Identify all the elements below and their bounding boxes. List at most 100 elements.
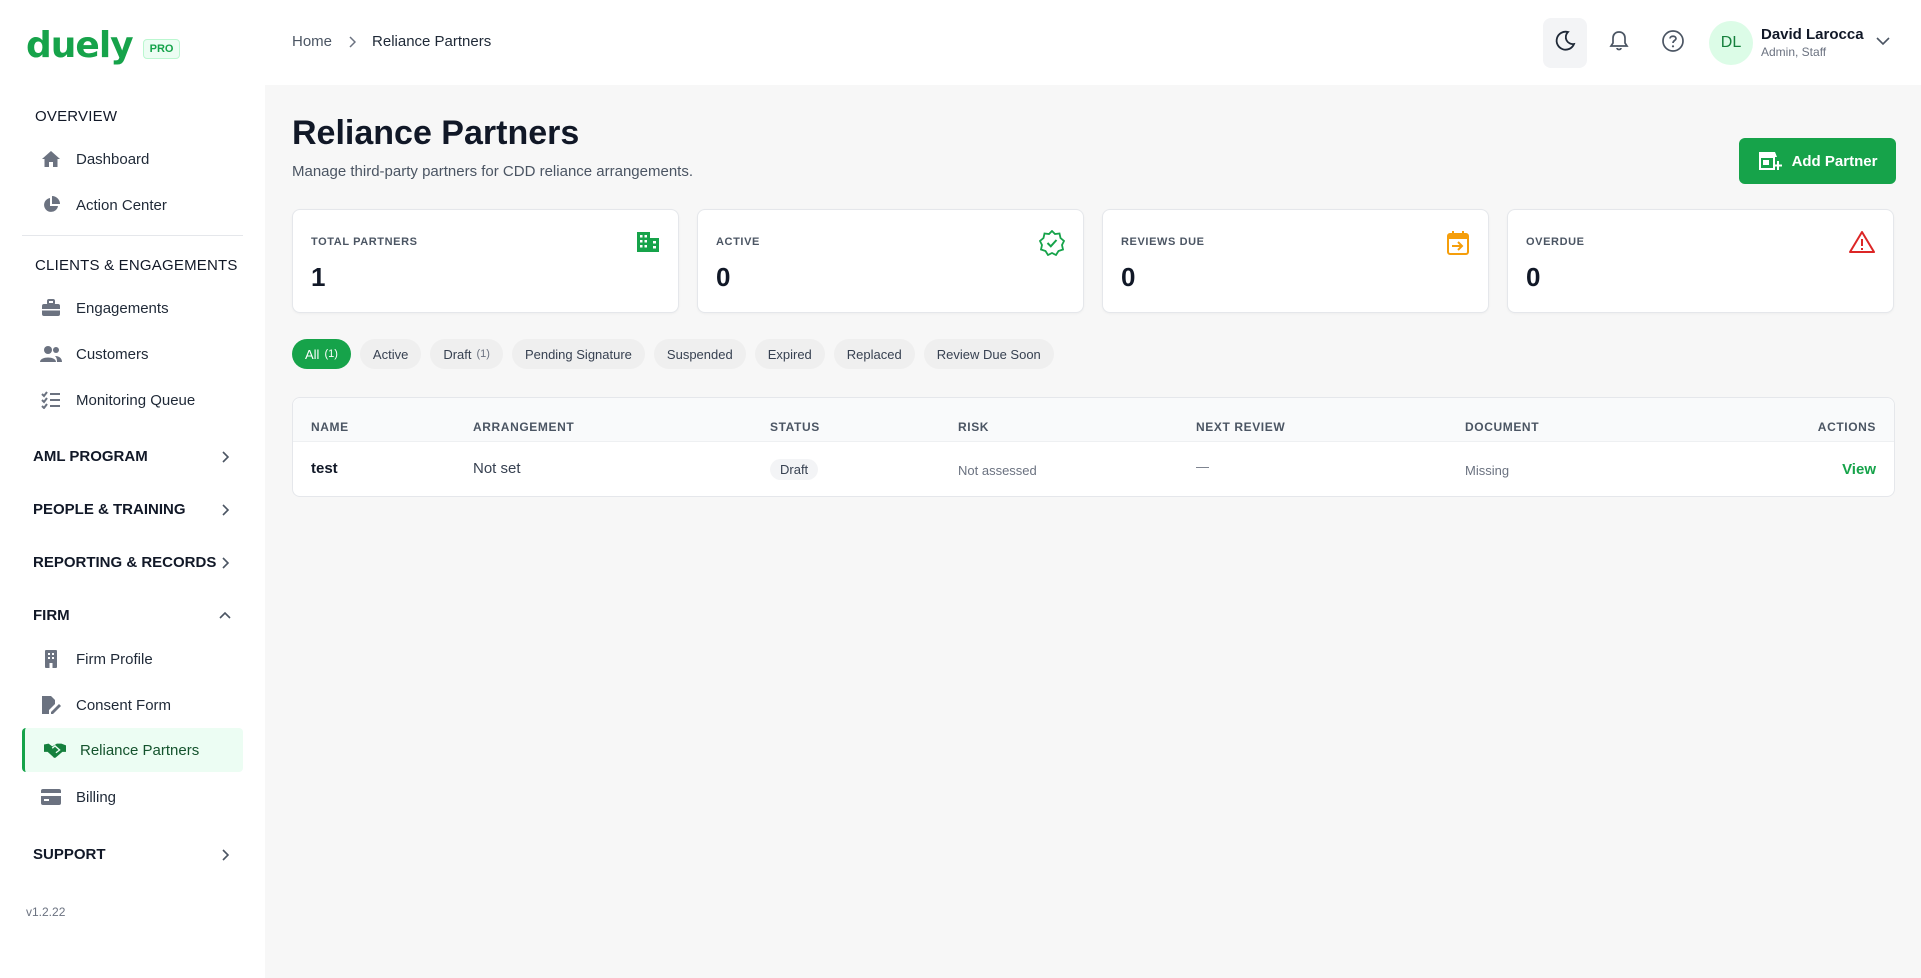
filter-all[interactable]: All (1) [292,339,351,369]
group-label: PEOPLE & TRAINING [33,501,186,518]
building-icon [40,648,62,670]
column-header-actions: ACTIONS [1817,420,1876,434]
sidebar-item-label: Engagements [76,299,169,317]
checklist-icon [40,389,62,411]
document-sign-icon [40,694,62,716]
add-partner-label: Add Partner [1791,152,1878,170]
credit-card-icon [40,786,62,808]
sidebar-item-label: Monitoring Queue [76,391,196,409]
bell-icon [1608,30,1630,57]
stat-card-overdue: OVERDUE 0 [1507,209,1894,313]
user-name[interactable]: David Larocca [1761,26,1864,43]
warning-icon [1849,230,1875,259]
column-header-name[interactable]: NAME [311,420,349,434]
status-filter-tabs: All (1) Active Draft (1) Pending Signature… [292,339,1063,369]
stat-value: 0 [716,262,731,292]
avatar[interactable]: DL [1709,21,1753,65]
stat-card-active: ACTIVE 0 [697,209,1084,313]
sidebar-item-label: Action Center [76,196,167,214]
sidebar-item-firm-profile[interactable]: Firm Profile [22,637,243,681]
sidebar-group-support[interactable]: SUPPORT [33,846,233,863]
filter-active[interactable]: Active [359,339,422,369]
section-label-clients: CLIENTS & ENGAGEMENTS [35,257,238,274]
filter-label: Draft [443,346,472,362]
column-header-document[interactable]: DOCUMENT [1465,420,1539,434]
stat-label: ACTIVE [716,236,760,248]
breadcrumb-current: Reliance Partners [372,33,492,50]
chevron-up-icon [217,608,233,624]
add-partner-button[interactable]: Add Partner [1739,138,1896,184]
badge-check-icon [1038,229,1066,261]
stat-value: 0 [1121,262,1136,292]
brand-logo[interactable]: duely PRO [26,24,181,68]
help-circle-icon [1661,29,1685,58]
filter-pending-signature[interactable]: Pending Signature [511,339,645,369]
app-version: v1.2.22 [26,905,66,919]
stat-label: REVIEWS DUE [1121,236,1205,248]
filter-replaced[interactable]: Replaced [833,339,915,369]
sidebar-group-aml-program[interactable]: AML PROGRAM [33,448,233,465]
chevron-down-icon[interactable] [1876,33,1890,51]
page-subtitle: Manage third-party partners for CDD reli… [292,163,694,180]
sidebar-item-engagements[interactable]: Engagements [22,286,243,330]
group-label: REPORTING & RECORDS [33,554,217,571]
section-label-overview: OVERVIEW [35,108,118,125]
breadcrumb-home[interactable]: Home [292,33,332,50]
help-button[interactable] [1651,18,1695,68]
theme-toggle-button[interactable] [1543,18,1587,68]
pro-badge: PRO [142,39,181,59]
brand-name: duely [26,25,134,66]
sidebar-item-billing[interactable]: Billing [22,775,243,819]
sidebar-item-label: Customers [76,345,149,363]
cell-name[interactable]: test [311,460,338,477]
moon-icon [1554,30,1576,57]
sidebar-item-dashboard[interactable]: Dashboard [22,137,243,181]
chevron-right-icon [217,502,233,518]
sidebar-item-reliance-partners[interactable]: Reliance Partners [22,728,243,772]
view-link[interactable]: View [1842,461,1876,478]
chevron-right-icon [217,847,233,863]
stat-label: TOTAL PARTNERS [311,236,418,248]
users-icon [40,343,62,365]
sidebar-item-monitoring-queue[interactable]: Monitoring Queue [22,378,243,422]
filter-label: Active [372,346,409,362]
stat-label: OVERDUE [1526,236,1585,248]
notifications-button[interactable] [1597,18,1641,68]
filter-label: Review Due Soon [936,346,1041,362]
filter-label: All [305,346,320,362]
calendar-arrow-icon [1446,230,1470,261]
add-store-icon [1758,151,1782,171]
sidebar-item-customers[interactable]: Customers [22,332,243,376]
top-bar: Home Reliance Partners DL David Larocca … [265,0,1921,85]
group-label: SUPPORT [33,846,106,863]
group-label: AML PROGRAM [33,448,148,465]
column-header-risk[interactable]: RISK [958,420,989,434]
column-header-status[interactable]: STATUS [770,420,820,434]
sidebar-item-label: Billing [76,788,117,806]
sidebar-item-consent-form[interactable]: Consent Form [22,683,243,727]
sidebar-item-action-center[interactable]: Action Center [22,183,243,227]
cell-document: Missing [1465,463,1510,478]
chevron-right-icon [217,555,233,571]
sidebar-group-firm[interactable]: FIRM [33,607,233,624]
filter-label: Pending Signature [524,346,632,362]
sidebar-group-people-training[interactable]: PEOPLE & TRAINING [33,501,233,518]
stat-card-total-partners: TOTAL PARTNERS 1 [292,209,679,313]
sidebar: duely PRO OVERVIEW Dashboard Action Cent… [0,0,265,978]
cell-next-review: — [1196,459,1209,474]
user-role: Admin, Staff [1761,45,1827,59]
filter-review-due-soon[interactable]: Review Due Soon [923,339,1054,369]
column-header-arrangement[interactable]: ARRANGEMENT [473,420,574,434]
chevron-right-icon [217,449,233,465]
filter-expired[interactable]: Expired [754,339,825,369]
status-badge: Draft [770,459,819,480]
filter-draft[interactable]: Draft (1) [430,339,503,369]
sidebar-group-reporting-records[interactable]: REPORTING & RECORDS [33,554,233,571]
filter-label: Suspended [666,346,733,362]
handshake-icon [44,739,66,761]
group-label: FIRM [33,607,70,624]
column-header-next-review[interactable]: NEXT REVIEW [1196,420,1285,434]
sidebar-item-label: Consent Form [76,696,172,714]
page-title: Reliance Partners [292,114,580,152]
filter-suspended[interactable]: Suspended [653,339,746,369]
